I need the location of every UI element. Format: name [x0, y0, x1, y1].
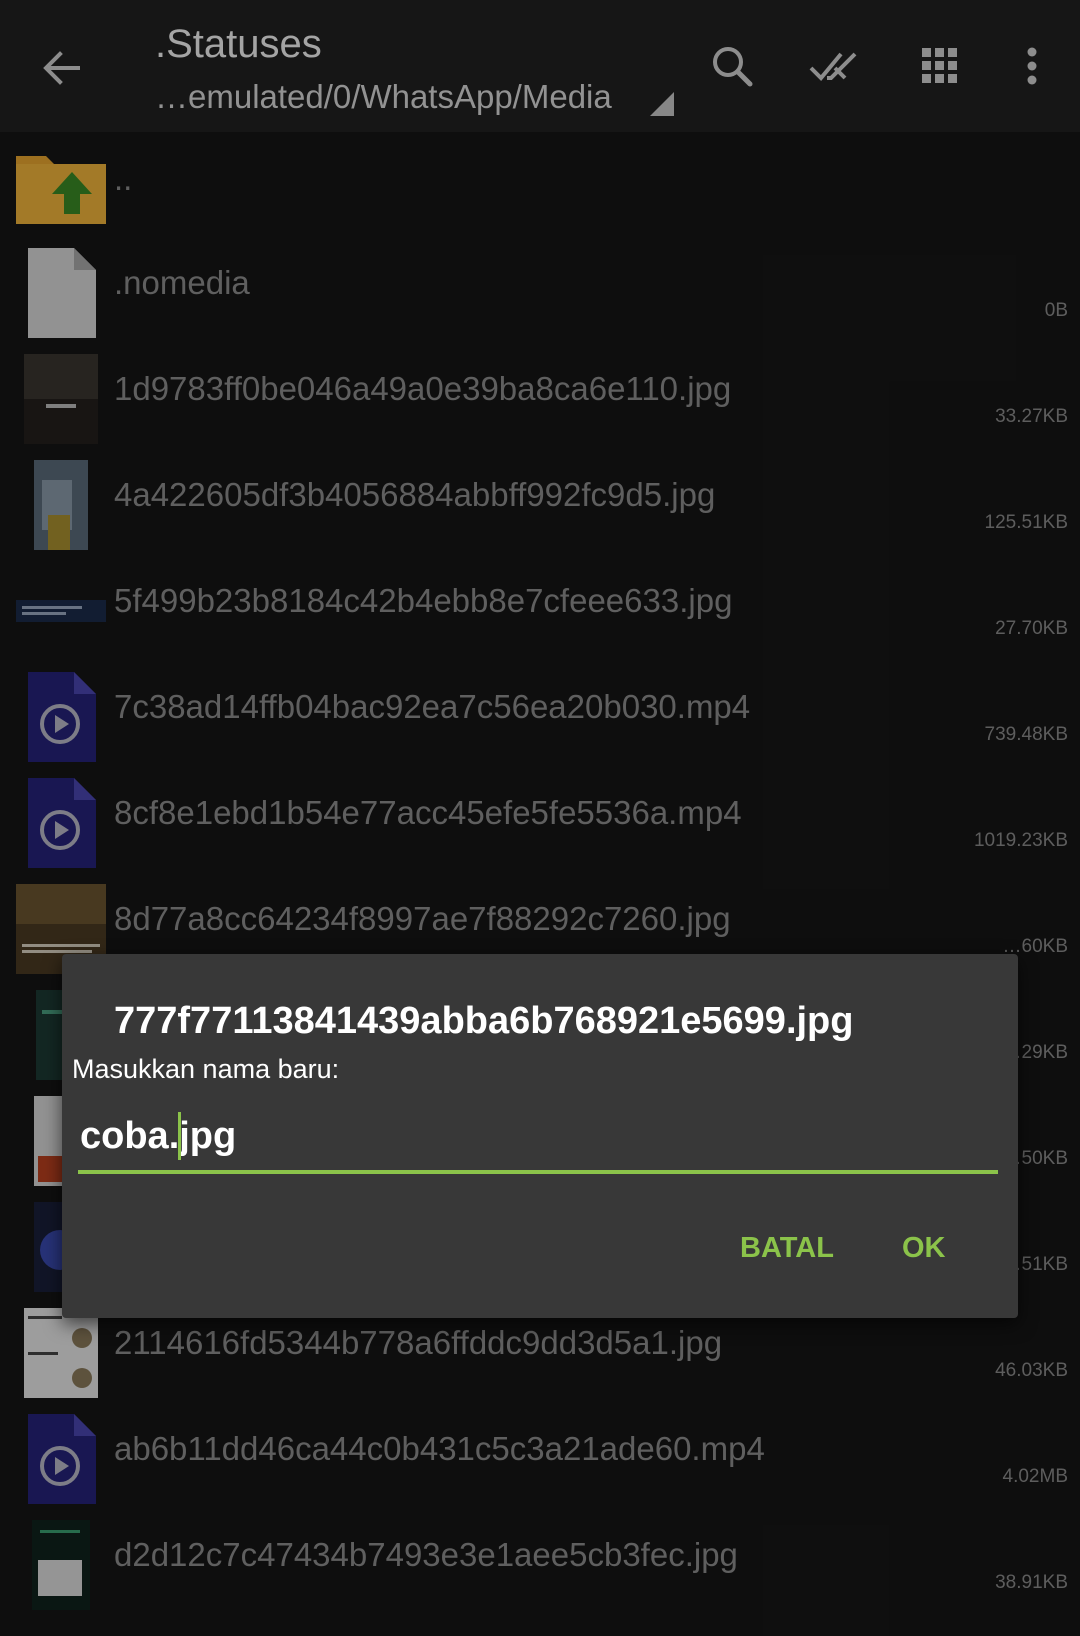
text-cursor — [178, 1112, 181, 1160]
grid-view-button[interactable] — [908, 34, 972, 98]
file-size: 1019.23KB — [973, 830, 1068, 851]
more-vert-icon — [1027, 47, 1037, 85]
file-name: 1d9783ff0be046a49a0e39ba8ca6e110.jpg — [114, 370, 732, 407]
list-item[interactable]: 1d9783ff0be046a49a0e39ba8ca6e110.jpg 33.… — [0, 344, 1080, 450]
rename-dialog: 777f77113841439abba6b768921e5699.jpg Mas… — [62, 954, 1018, 1318]
file-name: 8cf8e1ebd1b54e77acc45efe5fe5536a.mp4 — [114, 794, 742, 831]
image-thumbnail — [34, 460, 88, 550]
cancel-button[interactable]: BATAL — [740, 1232, 834, 1265]
select-all-icon — [809, 52, 857, 81]
file-size: 739.48KB — [984, 724, 1068, 745]
file-size: 0B — [1044, 300, 1068, 321]
file-name: d2d12c7c47434b7493e3e1aee5cb3fec.jpg — [114, 1536, 738, 1573]
video-file-icon — [28, 672, 96, 762]
top-app-bar: .Statuses …emulated/0/WhatsApp/Media — [0, 0, 1080, 132]
folder-up-icon — [16, 156, 106, 224]
file-size: 46.03KB — [995, 1360, 1068, 1381]
list-item[interactable]: 4a422605df3b4056884abbff992fc9d5.jpg 125… — [0, 450, 1080, 556]
image-thumbnail — [24, 354, 98, 444]
list-item[interactable]: 5f499b23b8184c42b4ebb8e7cfeee633.jpg 27.… — [0, 556, 1080, 662]
folder-title: .Statuses — [155, 22, 322, 66]
list-item[interactable]: ab6b11dd46ca44c0b431c5c3a21ade60.mp4 4.0… — [0, 1404, 1080, 1510]
new-name-field — [78, 1102, 1000, 1174]
image-thumbnail — [32, 1520, 90, 1610]
file-name: 2114616fd5344b778a6ffddc9dd3d5a1.jpg — [114, 1324, 723, 1361]
image-thumbnail — [16, 600, 106, 622]
file-size: 125.51KB — [984, 512, 1068, 533]
file-name: ab6b11dd46ca44c0b431c5c3a21ade60.mp4 — [114, 1430, 765, 1467]
grid-view-icon — [922, 48, 957, 83]
file-name: 7c38ad14ffb04bac92ea7c56ea20b030.mp4 — [114, 688, 751, 725]
back-arrow-icon — [43, 51, 80, 85]
select-all-button[interactable] — [805, 34, 869, 98]
folder-path[interactable]: …emulated/0/WhatsApp/Media — [155, 78, 612, 116]
dialog-prompt: Masukkan nama baru: — [72, 1054, 340, 1084]
list-item[interactable]: 8cf8e1ebd1b54e77acc45efe5fe5536a.mp4 101… — [0, 768, 1080, 874]
dialog-title: 777f77113841439abba6b768921e5699.jpg — [114, 1000, 854, 1042]
list-item[interactable]: 7c38ad14ffb04bac92ea7c56ea20b030.mp4 739… — [0, 662, 1080, 768]
more-options-button[interactable] — [1000, 34, 1064, 98]
search-button[interactable] — [700, 34, 764, 98]
file-name: .. — [114, 160, 133, 197]
file-name: 5f499b23b8184c42b4ebb8e7cfeee633.jpg — [114, 582, 733, 619]
ok-button[interactable]: OK — [902, 1232, 946, 1265]
back-button[interactable] — [30, 36, 94, 100]
list-item[interactable]: .nomedia 0B — [0, 238, 1080, 344]
search-icon — [713, 47, 753, 87]
file-name: 8d77a8cc64234f8997ae7f88292c7260.jpg — [114, 900, 731, 937]
file-size: 38.91KB — [995, 1572, 1068, 1593]
file-size: 33.27KB — [995, 406, 1068, 427]
path-dropdown-icon[interactable] — [650, 92, 674, 116]
new-name-input[interactable] — [78, 1102, 1000, 1170]
file-name: 4a422605df3b4056884abbff992fc9d5.jpg — [114, 476, 716, 513]
list-item[interactable]: .. — [0, 132, 1080, 238]
video-file-icon — [28, 1414, 96, 1504]
file-size: 27.70KB — [995, 618, 1068, 639]
video-file-icon — [28, 778, 96, 868]
image-thumbnail — [24, 1308, 98, 1398]
list-item[interactable]: d2d12c7c47434b7493e3e1aee5cb3fec.jpg 38.… — [0, 1510, 1080, 1616]
file-size: 4.02MB — [1002, 1466, 1068, 1487]
generic-file-icon — [28, 248, 96, 338]
file-name: .nomedia — [114, 264, 250, 301]
